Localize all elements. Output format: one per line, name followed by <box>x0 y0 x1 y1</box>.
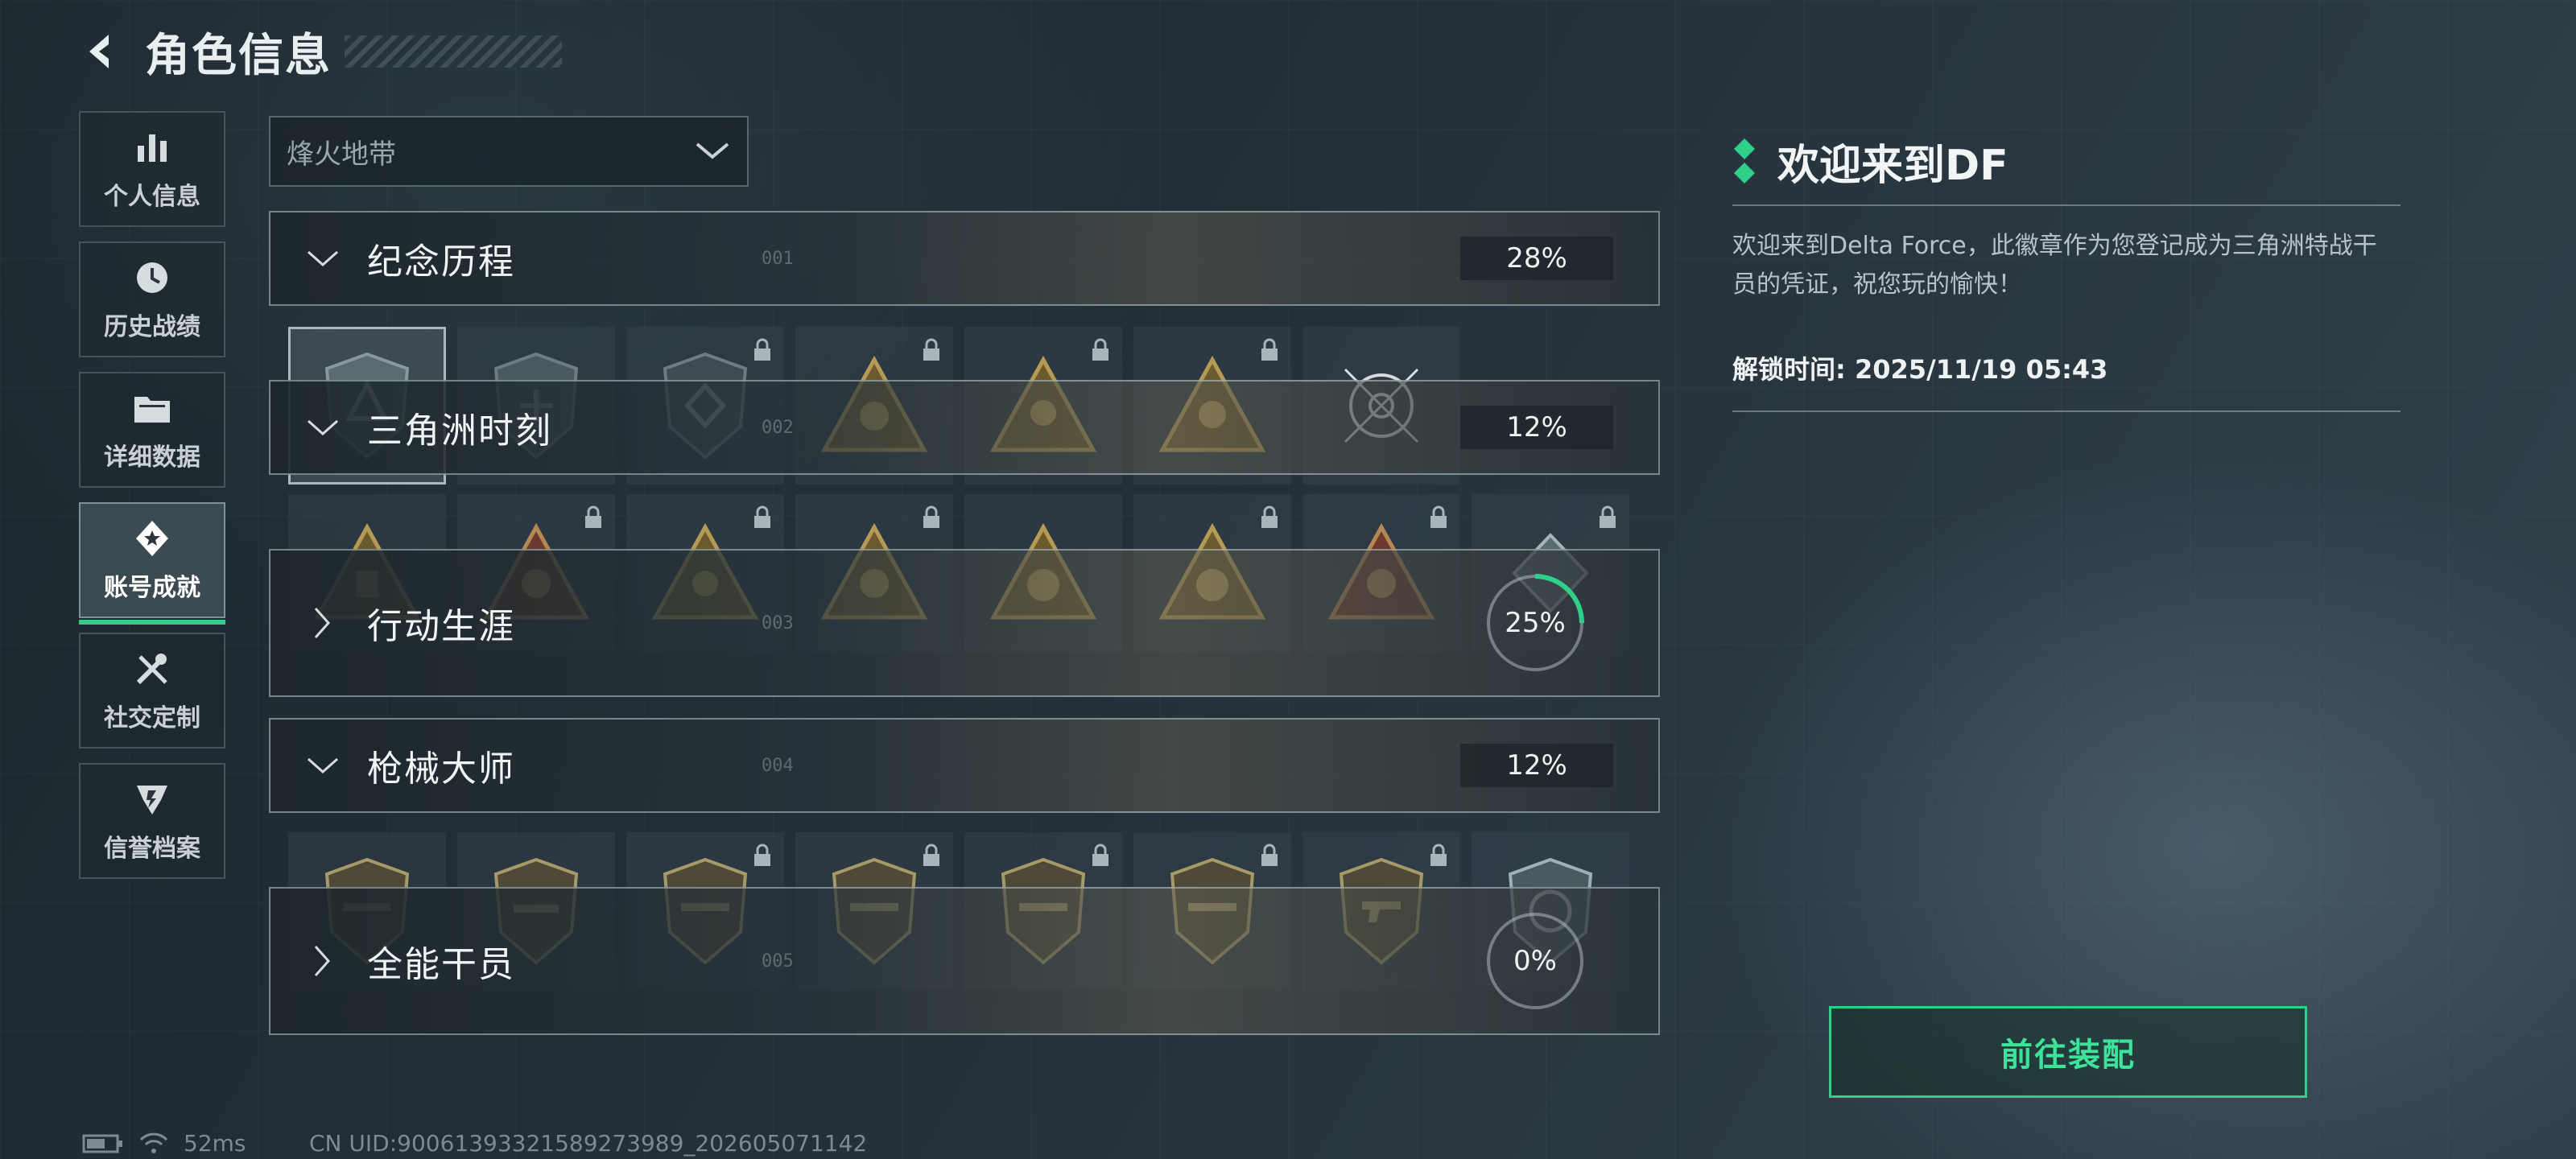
history-clock-icon <box>131 257 173 299</box>
lock-icon <box>1600 505 1616 528</box>
chevron-right-icon <box>295 943 351 979</box>
lock-icon <box>754 338 770 361</box>
chevron-down-icon <box>696 142 729 159</box>
divider <box>1732 410 2401 412</box>
category-number: 002 <box>762 417 794 438</box>
achievement-list: 纪念历程 001 28% 三角洲时刻 002 12% 行动生涯 003 25% … <box>269 211 1660 1040</box>
go-equip-button[interactable]: 前往装配 <box>1829 1006 2307 1098</box>
chevron-down-icon <box>295 249 351 268</box>
folder-icon <box>131 387 173 429</box>
sidebar-item-label: 个人信息 <box>104 183 200 211</box>
category-progress-ring: 0% <box>1483 909 1587 1013</box>
sidebar-item-achievements[interactable]: 账号成就 <box>79 502 225 625</box>
lock-icon <box>585 505 601 528</box>
page-header: 角色信息 <box>77 23 562 82</box>
uid-text: CN UID:9006139332158927398​9_20260507114… <box>309 1130 868 1157</box>
sidebar-item-history[interactable]: 历史战绩 <box>79 241 225 357</box>
category-bar[interactable]: 三角洲时刻 002 12% <box>269 380 1660 475</box>
chevron-down-icon <box>295 418 351 437</box>
lock-icon <box>754 843 770 866</box>
sidebar-item-credit[interactable]: 信誉档案 <box>79 763 225 879</box>
diamond-marker-icon <box>1734 138 1755 184</box>
lock-icon <box>1261 843 1278 866</box>
achievement-title: 欢迎来到DF <box>1777 141 2008 190</box>
sidebar-item-profile[interactable]: 个人信息 <box>79 111 225 227</box>
category-percent: 0% <box>1513 945 1557 977</box>
tools-icon <box>131 648 173 690</box>
category-number: 004 <box>762 755 794 776</box>
sidebar-item-label: 信誉档案 <box>104 835 200 863</box>
page-title: 角色信息 <box>145 29 332 82</box>
achievement-icon <box>131 518 173 559</box>
category-percent: 25% <box>1505 607 1566 639</box>
category-title: 行动生涯 <box>367 606 515 647</box>
back-arrow-icon <box>89 35 109 68</box>
lock-icon <box>1430 505 1447 528</box>
category-title: 三角洲时刻 <box>367 410 552 452</box>
category-number: 003 <box>762 612 794 633</box>
sidebar-item-label: 社交定制 <box>104 704 200 732</box>
lock-icon <box>923 338 939 361</box>
lock-icon <box>754 505 770 528</box>
divider <box>1732 204 2401 206</box>
unlock-time: 解锁时间: 2025/11/19 05:43 <box>1732 354 2108 385</box>
category-percent: 12% <box>1460 406 1613 449</box>
chevron-right-icon <box>295 605 351 641</box>
status-bar: 52ms <box>82 1130 246 1157</box>
title-decoration <box>345 35 562 68</box>
ping-value: 52ms <box>184 1130 246 1157</box>
wifi-icon <box>139 1132 168 1153</box>
credit-shield-icon <box>131 778 173 820</box>
category-title: 全能干员 <box>367 944 515 985</box>
category-bar[interactable]: 枪械大师 004 12% <box>269 718 1660 813</box>
sidebar-item-social[interactable]: 社交定制 <box>79 633 225 749</box>
lock-icon <box>923 843 939 866</box>
achievement-detail-panel: 欢迎来到DF 欢迎来到Delta Force，此徽章作为您登记成为三角洲特战干员… <box>1732 129 2401 412</box>
sidebar-item-details[interactable]: 详细数据 <box>79 372 225 488</box>
category-number: 001 <box>762 248 794 269</box>
achievement-description: 欢迎来到Delta Force，此徽章作为您登记成为三角洲特战干员的凭证，祝您玩… <box>1732 232 2377 299</box>
category-bar[interactable]: 行动生涯 003 25% <box>269 549 1660 697</box>
lock-icon <box>1261 338 1278 361</box>
category-percent: 28% <box>1460 237 1613 280</box>
sidebar-item-label: 详细数据 <box>104 443 200 472</box>
category-title: 纪念历程 <box>367 241 515 283</box>
category-progress-ring: 25% <box>1483 571 1587 675</box>
lock-icon <box>1092 843 1108 866</box>
category-bar[interactable]: 纪念历程 001 28% <box>269 211 1660 306</box>
sidebar-item-label: 历史战绩 <box>104 313 200 341</box>
lock-icon <box>923 505 939 528</box>
bar-chart-icon <box>131 126 173 168</box>
lock-icon <box>1261 505 1278 528</box>
lock-icon <box>1092 338 1108 361</box>
lock-icon <box>1430 843 1447 866</box>
back-button[interactable] <box>77 27 126 76</box>
category-title: 枪械大师 <box>367 749 515 790</box>
category-bar[interactable]: 全能干员 005 0% <box>269 887 1660 1035</box>
sidebar: 个人信息 历史战绩 详细数据 账号成就 社交定制 信誉档案 <box>79 111 227 893</box>
sidebar-item-label: 账号成就 <box>104 574 200 602</box>
category-number: 005 <box>762 951 794 971</box>
category-percent: 12% <box>1460 744 1613 787</box>
chevron-down-icon <box>295 756 351 775</box>
battery-icon <box>82 1134 122 1153</box>
mode-dropdown[interactable]: 烽火地带 <box>269 116 749 187</box>
mode-dropdown-value: 烽火地带 <box>287 138 396 171</box>
